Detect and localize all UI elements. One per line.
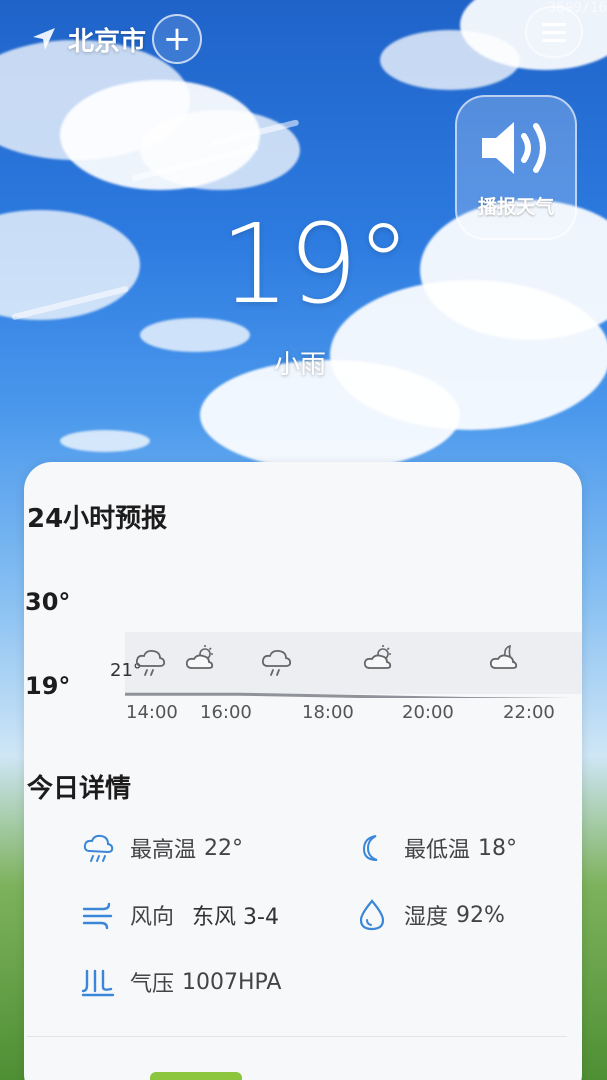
- forecast-title: 24小时预报: [27, 504, 168, 534]
- detail-pressure-label: 气压: [130, 972, 175, 997]
- air-quality-badge: [150, 1072, 242, 1080]
- detail-wind: 风向 东风 3-4: [80, 897, 279, 933]
- tick-label: 20:00: [402, 702, 454, 723]
- detail-high: 最高温 22°: [80, 830, 243, 866]
- detail-pressure-value: 1007HPA: [182, 969, 282, 995]
- menu-button[interactable]: [525, 6, 583, 58]
- forecast-low-label: 19°: [25, 672, 71, 700]
- location-arrow-icon: [30, 25, 58, 53]
- forecast-high-label: 30°: [25, 588, 71, 616]
- tick-label: 18:00: [302, 702, 354, 723]
- detail-humidity-label: 湿度: [404, 905, 449, 930]
- detail-wind-label: 风向: [130, 905, 175, 930]
- location-bar: 北京市 +: [30, 14, 203, 64]
- rain-cloud-icon: [80, 830, 116, 866]
- tick-label: 22:00: [503, 702, 555, 723]
- section-divider: [27, 1036, 567, 1037]
- menu-icon: [542, 22, 566, 26]
- detail-low-label: 最低温: [404, 838, 471, 863]
- detail-high-value: 22°: [204, 835, 244, 861]
- tick-label: 16:00: [200, 702, 252, 723]
- detail-high-label: 最高温: [130, 838, 197, 863]
- detail-humidity-value: 92%: [456, 902, 505, 928]
- detail-wind-value: 东风 3-4: [192, 905, 279, 930]
- detail-humidity: 湿度 92%: [354, 897, 505, 933]
- water-drop-icon: [354, 897, 390, 933]
- city-name[interactable]: 北京市: [68, 21, 146, 58]
- detail-low: 最低温 18°: [354, 830, 517, 866]
- detail-low-value: 18°: [478, 835, 518, 861]
- speaker-icon: [476, 116, 556, 184]
- hourly-chart: 21°: [100, 588, 583, 702]
- moon-icon: [354, 830, 390, 866]
- tick-label: 14:00: [126, 702, 178, 723]
- current-temperature: 19°: [220, 200, 411, 328]
- temperature-line: [125, 692, 583, 702]
- detail-pressure: 气压 1007HPA: [80, 964, 281, 1000]
- speak-weather-label: 播报天气: [477, 196, 554, 218]
- details-title: 今日详情: [27, 774, 132, 804]
- pressure-gauge-icon: [80, 964, 116, 1000]
- add-city-button[interactable]: +: [152, 14, 203, 64]
- current-condition: 小雨: [274, 350, 327, 380]
- wind-icon: [80, 897, 116, 933]
- hourly-chart-svg: 21°: [110, 632, 583, 702]
- speak-weather-button[interactable]: 播报天气: [455, 95, 577, 240]
